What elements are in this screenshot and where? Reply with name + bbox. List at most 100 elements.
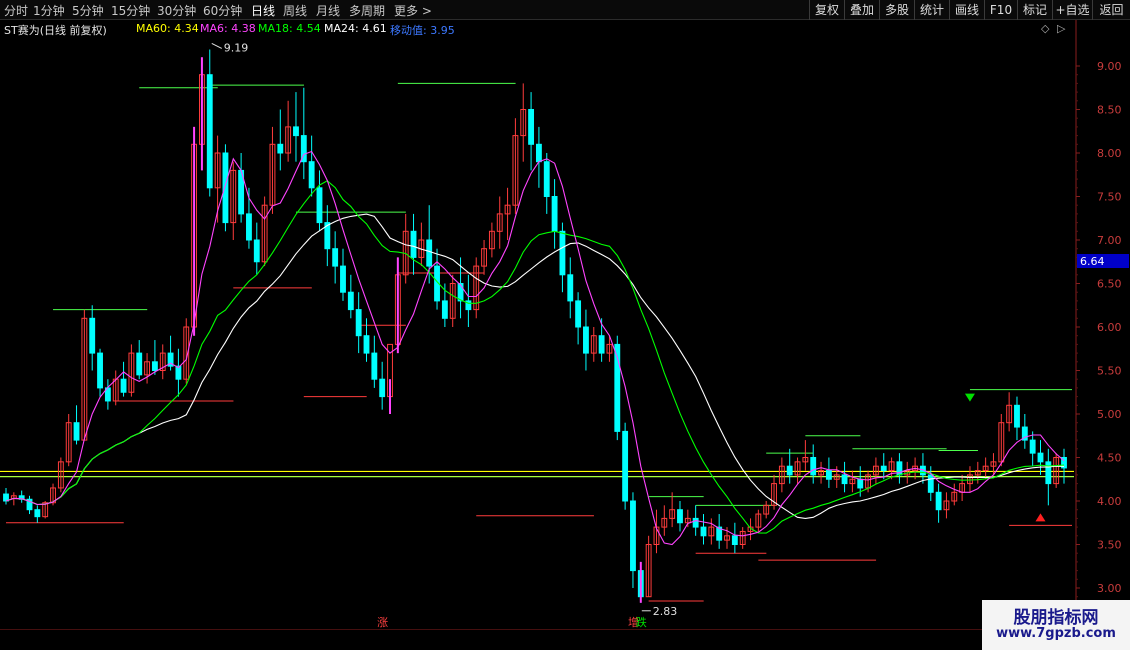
sell-arrow-icon xyxy=(964,393,975,402)
candle-body xyxy=(630,500,636,572)
period-tab-intraday[interactable]: 分时 xyxy=(4,2,28,19)
candle-body xyxy=(347,291,354,311)
period-tab-monthly[interactable]: 月线 xyxy=(316,2,340,19)
candle-body xyxy=(810,457,817,476)
candle-body xyxy=(598,335,605,354)
candlestick-chart[interactable]: 9.192.83涨增跌财 9.008.508.007.507.006.506.0… xyxy=(0,20,1130,630)
candle-body xyxy=(120,378,127,393)
candle-body xyxy=(277,143,284,154)
price-tick-label: 8.00 xyxy=(1097,147,1122,160)
candle-body xyxy=(622,430,629,502)
candle-body xyxy=(308,161,315,189)
candle-body xyxy=(559,230,566,276)
watermark: 股朋指标网 www.7gpzb.com xyxy=(982,600,1130,650)
current-price-label: 6.64 xyxy=(1080,255,1105,268)
candle-body xyxy=(880,465,887,472)
price-tick-label: 5.50 xyxy=(1097,365,1122,378)
toolbar: 分时 1分钟 5分钟 15分钟 30分钟 60分钟 日线 周线 月线 多周期 更… xyxy=(0,0,1130,20)
price-tick-label: 7.00 xyxy=(1097,234,1122,247)
high-price-label: 9.19 xyxy=(224,41,249,54)
candle-body xyxy=(1029,439,1036,454)
candle-body xyxy=(731,535,738,545)
candle-body xyxy=(222,152,229,224)
candle-body xyxy=(73,422,80,441)
multi-stock-button[interactable]: 多股 xyxy=(879,0,914,20)
candle-body xyxy=(927,474,934,493)
candle-body xyxy=(89,317,96,354)
candle-body xyxy=(355,309,362,337)
candle-body xyxy=(551,196,558,232)
price-tick-label: 3.50 xyxy=(1097,539,1122,552)
candle-body xyxy=(34,509,41,518)
back-button[interactable]: 返回 xyxy=(1092,0,1130,20)
candle-body xyxy=(97,352,103,389)
candle-body xyxy=(332,248,339,267)
candle-body xyxy=(1045,461,1052,485)
price-tick-label: 9.00 xyxy=(1097,60,1122,73)
price-tick-label: 3.00 xyxy=(1097,582,1122,595)
price-tick-label: 4.50 xyxy=(1097,452,1122,465)
candle-body xyxy=(136,352,143,376)
period-tab-30min[interactable]: 30分钟 xyxy=(157,2,196,19)
statistics-button[interactable]: 统计 xyxy=(914,0,949,20)
candle-body xyxy=(786,465,793,476)
period-tab-15min[interactable]: 15分钟 xyxy=(111,2,150,19)
moving-average-lines xyxy=(5,150,1065,546)
candle-body xyxy=(575,300,582,328)
candle-body xyxy=(677,509,683,524)
period-tab-1min[interactable]: 1分钟 xyxy=(33,2,65,19)
candles xyxy=(3,49,1067,603)
high-arrow xyxy=(211,43,222,49)
overlay-button[interactable]: 叠加 xyxy=(844,0,879,20)
candle-body xyxy=(151,361,158,371)
candle-body xyxy=(825,470,832,480)
candle-body xyxy=(293,126,299,137)
period-tab-multi[interactable]: 多周期 xyxy=(349,2,385,19)
candle-body xyxy=(426,239,433,267)
candle-body xyxy=(692,517,699,528)
period-tab-more[interactable]: 更多 > xyxy=(394,2,432,19)
candle-body xyxy=(857,478,864,489)
f10-button[interactable]: F10 xyxy=(984,0,1017,20)
candle-body xyxy=(583,326,589,354)
price-tick-label: 6.00 xyxy=(1097,321,1122,334)
candle-body xyxy=(340,265,346,293)
price-tick-label: 5.00 xyxy=(1097,408,1122,421)
event-marker: 跌 xyxy=(636,615,647,629)
mark-button[interactable]: 标记 xyxy=(1017,0,1052,20)
period-tab-weekly[interactable]: 周线 xyxy=(283,2,307,19)
candle-body xyxy=(543,161,550,197)
candle-body xyxy=(700,526,707,537)
buy-arrow-icon xyxy=(1035,513,1046,522)
price-tick-label: 7.50 xyxy=(1097,191,1122,204)
candle-body xyxy=(528,109,535,145)
candle-body xyxy=(1037,452,1044,463)
price-axis: 9.00 8.50 8.00 7.50 7.00 6.50 6.00 5.50 5.00 4.50… xyxy=(1075,20,1129,630)
adjust-button[interactable]: 复权 xyxy=(809,0,844,20)
low-price-label: 2.83 xyxy=(653,605,678,618)
candle-body xyxy=(363,335,370,354)
watermark-title: 股朋指标网 xyxy=(1013,608,1099,628)
candle-body xyxy=(567,274,574,302)
period-tab-60min[interactable]: 60分钟 xyxy=(203,2,242,19)
add-watchlist-button[interactable]: +自选 xyxy=(1052,0,1092,20)
candle-body xyxy=(841,474,848,485)
candle-body xyxy=(246,213,252,241)
candle-body xyxy=(253,239,260,263)
candle-body xyxy=(371,352,378,380)
candle-body xyxy=(1014,404,1020,428)
candle-body xyxy=(935,491,942,511)
period-tab-5min[interactable]: 5分钟 xyxy=(72,2,104,19)
draw-line-button[interactable]: 画线 xyxy=(949,0,984,20)
candle-body xyxy=(410,230,417,258)
candle-body xyxy=(535,143,542,163)
candle-body xyxy=(316,187,323,224)
candle-body xyxy=(379,378,386,398)
price-tick-label: 6.50 xyxy=(1097,278,1122,291)
candle-body xyxy=(206,74,213,189)
period-tab-daily[interactable]: 日线 xyxy=(251,2,275,19)
candle-body xyxy=(441,300,448,319)
candle-body xyxy=(457,283,464,302)
annotations: 9.192.83涨增跌财 xyxy=(211,41,1046,629)
ma6-line xyxy=(5,150,1065,546)
